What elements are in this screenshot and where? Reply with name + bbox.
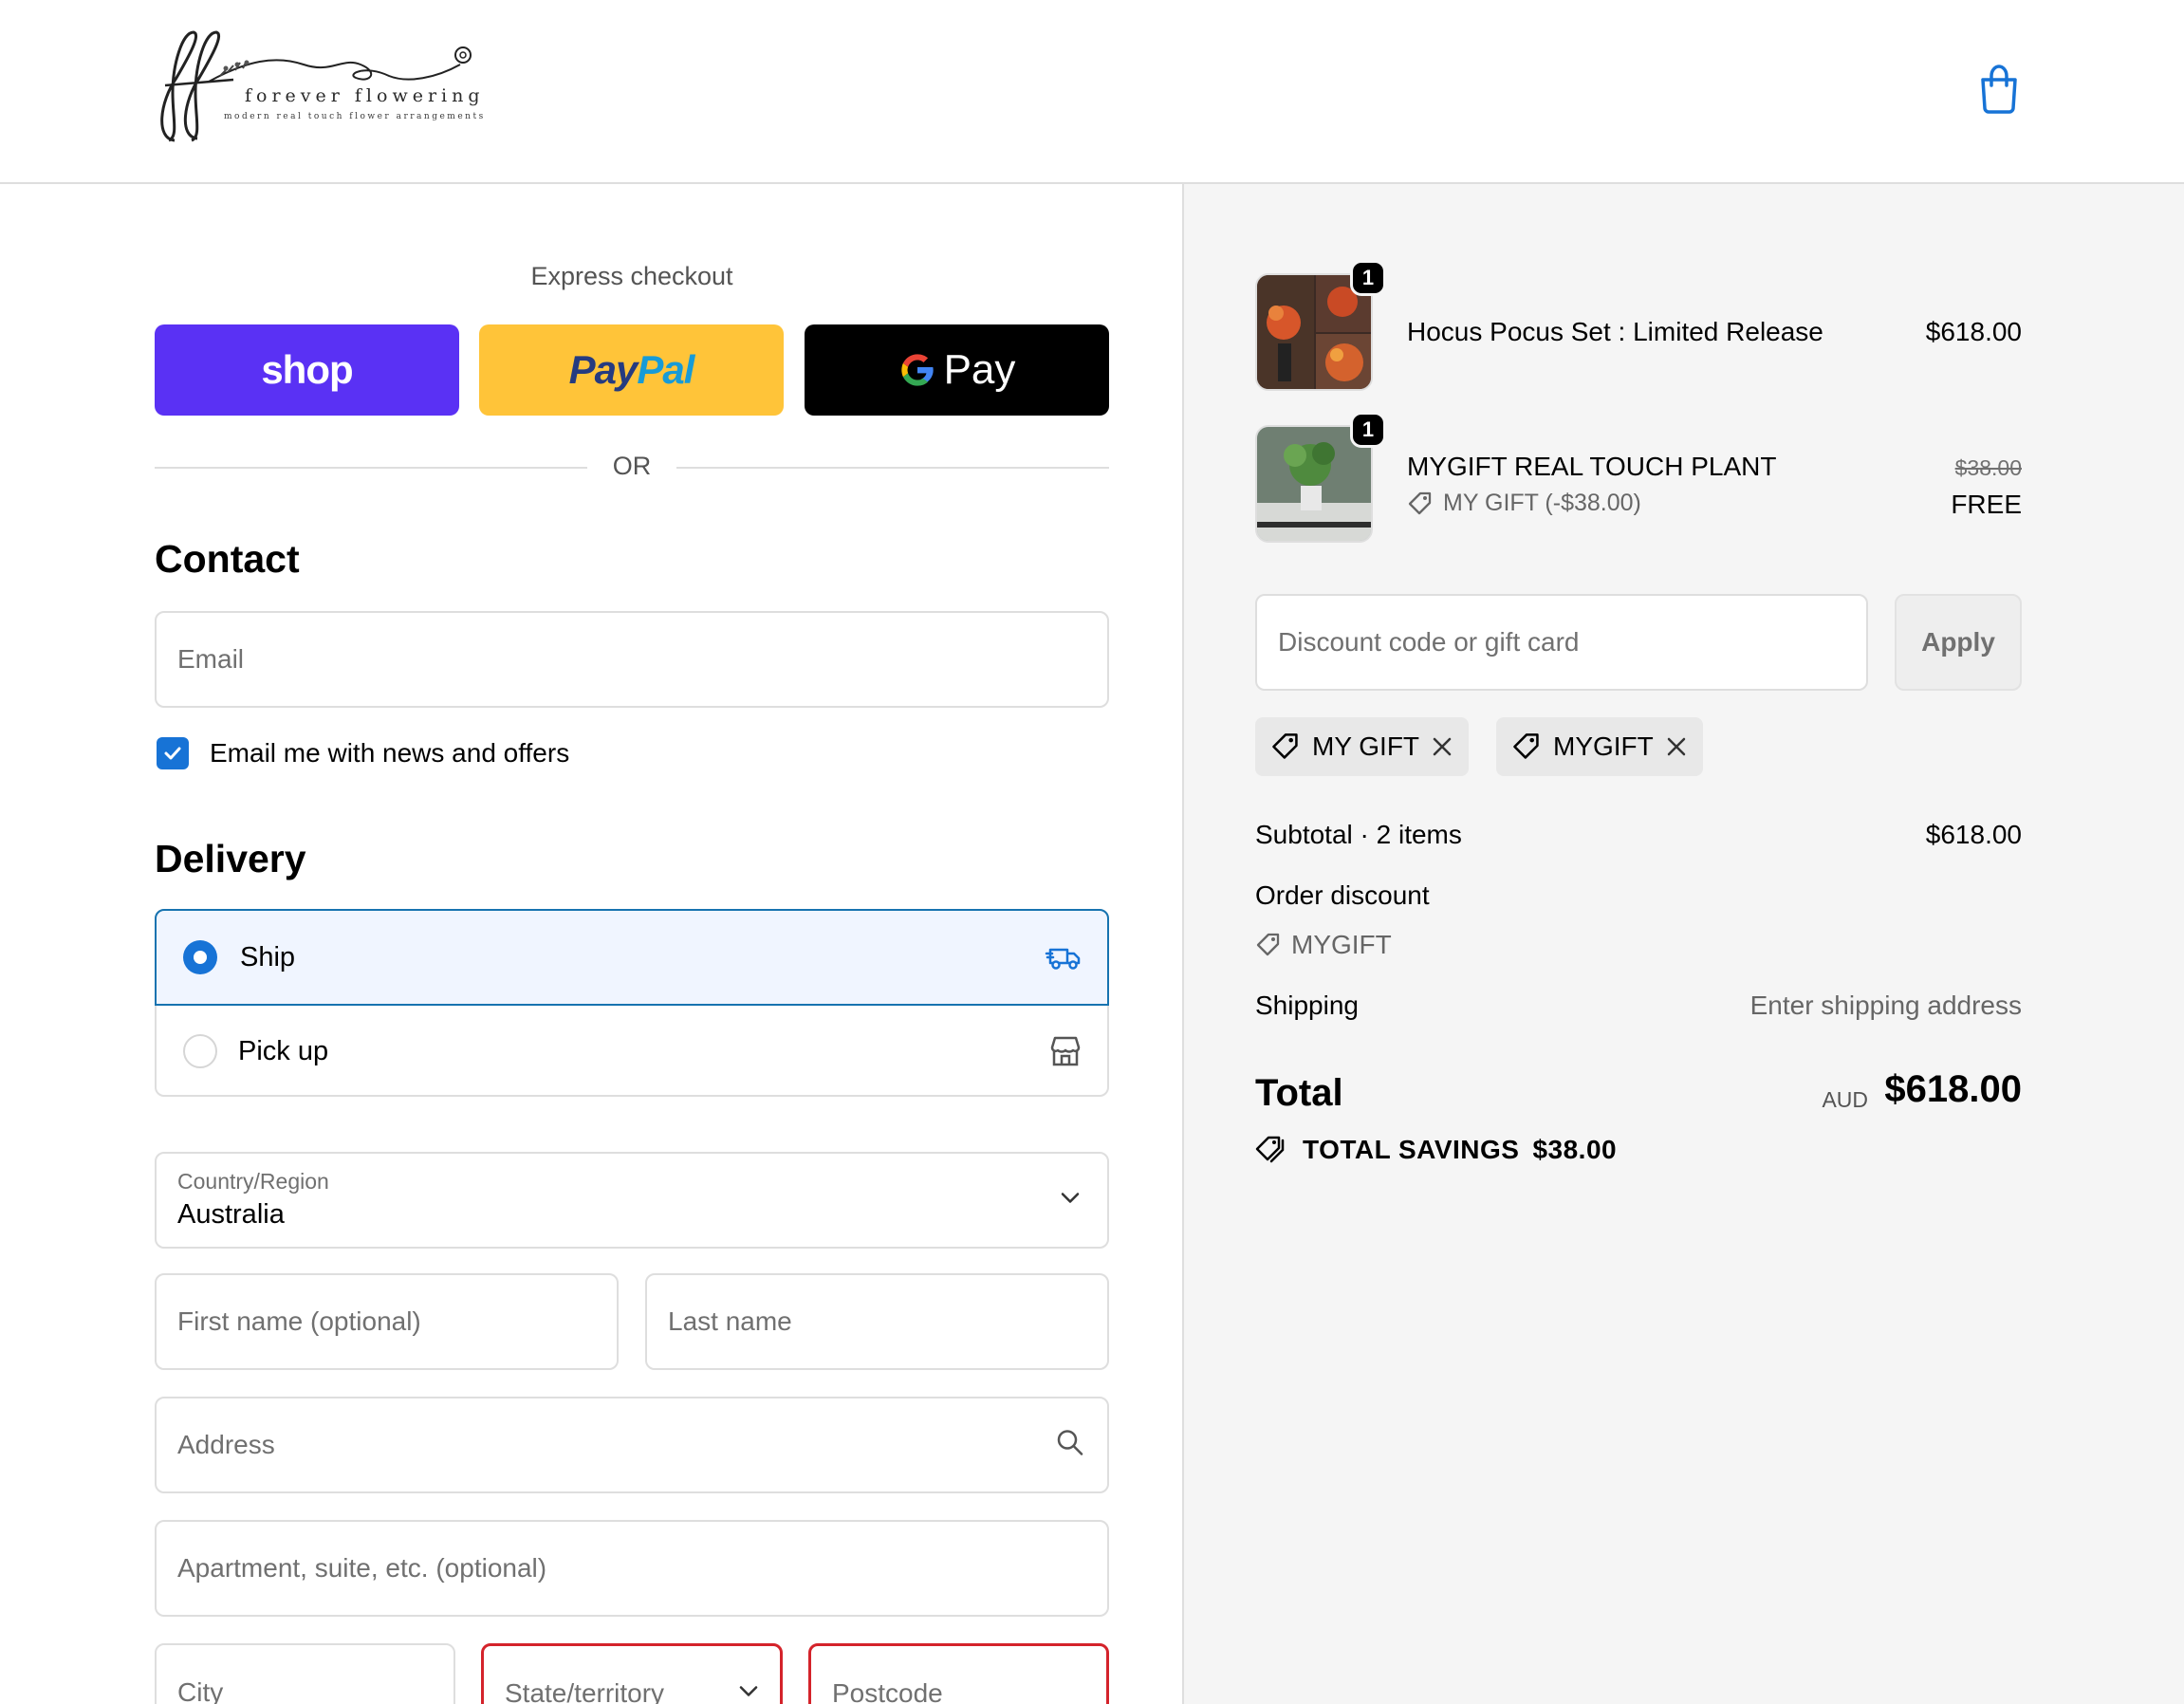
tags-icon bbox=[1255, 1136, 1285, 1163]
applied-code-chip: MYGIFT bbox=[1496, 717, 1703, 776]
search-icon bbox=[1056, 1429, 1084, 1462]
contact-title: Contact bbox=[155, 537, 300, 581]
tag-icon bbox=[1256, 933, 1280, 956]
address-field[interactable]: Address bbox=[155, 1397, 1109, 1493]
shop-pay-button[interactable]: shop bbox=[155, 324, 459, 416]
first-name-field[interactable]: First name (optional) bbox=[155, 1273, 619, 1370]
pickup-radio[interactable] bbox=[183, 1034, 217, 1068]
cart-button[interactable] bbox=[1975, 63, 2023, 114]
savings-value: $38.00 bbox=[1532, 1135, 1618, 1164]
total-savings: TOTAL SAVINGS $38.00 bbox=[1255, 1135, 1617, 1165]
google-pay-button[interactable]: Pay bbox=[805, 324, 1109, 416]
brand-tagline: modern real touch flower arrangements bbox=[224, 112, 486, 121]
apply-discount-button[interactable]: Apply bbox=[1895, 594, 2022, 691]
close-icon bbox=[1433, 737, 1452, 756]
item-name: MYGIFT REAL TOUCH PLANT bbox=[1407, 452, 1777, 481]
last-name-field[interactable]: Last name bbox=[645, 1273, 1109, 1370]
savings-label: TOTAL SAVINGS bbox=[1303, 1135, 1520, 1164]
country-label: Country/Region bbox=[177, 1169, 329, 1194]
email-field[interactable]: Email bbox=[155, 611, 1109, 708]
paypal-label: PayPal bbox=[568, 347, 695, 392]
brand-name: forever flowering bbox=[245, 85, 485, 106]
store-icon bbox=[1046, 1032, 1084, 1070]
ship-radio[interactable] bbox=[183, 940, 217, 974]
country-value: Australia bbox=[177, 1199, 285, 1230]
apartment-field[interactable]: Apartment, suite, etc. (optional) bbox=[155, 1520, 1109, 1617]
item-price: FREE bbox=[1951, 490, 2022, 519]
delivery-title: Delivery bbox=[155, 837, 306, 880]
or-label: OR bbox=[587, 452, 676, 480]
item-price: $618.00 bbox=[1925, 317, 2022, 346]
ship-label: Ship bbox=[240, 941, 296, 972]
tag-icon bbox=[1513, 733, 1539, 759]
google-pay-label: Pay bbox=[943, 346, 1016, 393]
item-quantity-badge: 1 bbox=[1350, 412, 1386, 448]
subtotal-label: Subtotal · 2 items bbox=[1255, 820, 1462, 849]
item-name: Hocus Pocus Set : Limited Release bbox=[1407, 317, 1823, 346]
close-icon bbox=[1667, 737, 1686, 756]
total-currency: AUD bbox=[1822, 1087, 1868, 1112]
site-header: forever flowering modern real touch flow… bbox=[0, 0, 2184, 184]
city-field[interactable]: City bbox=[155, 1643, 455, 1704]
remove-code-button[interactable] bbox=[1431, 735, 1453, 758]
checkmark-icon bbox=[164, 747, 181, 760]
discount-code-input[interactable]: Discount code or gift card bbox=[1255, 594, 1868, 691]
chevron-down-icon bbox=[1060, 1192, 1081, 1210]
total-label: Total bbox=[1255, 1072, 1343, 1114]
delivery-option-ship[interactable]: Ship bbox=[155, 909, 1109, 1006]
country-select[interactable]: Country/Region Australia bbox=[155, 1152, 1109, 1249]
newsletter-label: Email me with news and offers bbox=[210, 738, 570, 768]
total-value: $618.00 bbox=[1884, 1068, 2022, 1110]
item-quantity-badge: 1 bbox=[1350, 260, 1386, 296]
subtotal-value: $618.00 bbox=[1925, 820, 2022, 849]
shopping-bag-icon bbox=[1981, 65, 2017, 114]
item-original-price: $38.00 bbox=[1954, 455, 2022, 480]
paypal-button[interactable]: PayPal bbox=[479, 324, 784, 416]
order-discount-code: MYGIFT bbox=[1255, 930, 1392, 960]
express-checkout-title: Express checkout bbox=[530, 262, 733, 290]
brand-logo[interactable]: forever flowering modern real touch flow… bbox=[152, 27, 484, 148]
postcode-field[interactable]: Postcode bbox=[808, 1643, 1109, 1704]
pickup-label: Pick up bbox=[238, 1035, 329, 1066]
item-discount-label: MY GIFT (-$38.00) bbox=[1407, 490, 1641, 517]
tag-icon bbox=[1408, 491, 1432, 514]
or-divider: OR bbox=[155, 450, 1109, 484]
tag-icon bbox=[1272, 733, 1298, 759]
applied-code-chip: MY GIFT bbox=[1255, 717, 1470, 776]
truck-icon bbox=[1045, 938, 1083, 976]
state-select[interactable]: State/territory bbox=[481, 1643, 783, 1704]
google-g-icon bbox=[900, 354, 934, 386]
shipping-label: Shipping bbox=[1255, 991, 1359, 1020]
remove-code-button[interactable] bbox=[1665, 735, 1688, 758]
chevron-down-icon bbox=[738, 1685, 759, 1703]
order-discount-label: Order discount bbox=[1255, 880, 1430, 910]
newsletter-checkbox[interactable] bbox=[157, 737, 189, 769]
delivery-option-pickup[interactable]: Pick up bbox=[155, 1006, 1109, 1097]
shipping-value: Enter shipping address bbox=[1749, 991, 2022, 1020]
shop-pay-label: shop bbox=[261, 347, 353, 392]
